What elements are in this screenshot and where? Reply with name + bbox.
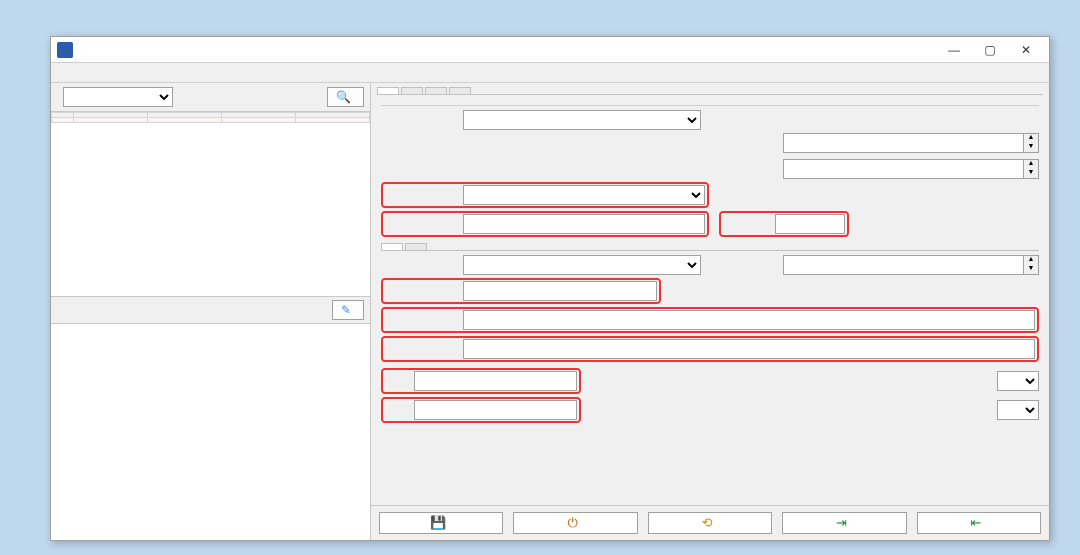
highlight-target-port	[719, 211, 849, 237]
form-area: ▲▼ ▲▼	[371, 95, 1049, 505]
refresh-icon: ⟲	[702, 515, 713, 531]
input-target-port[interactable]	[775, 214, 845, 234]
chevron-down-icon: ▼	[1024, 143, 1038, 152]
bottom-button-bar: 💾 ⏻ ⟲ ⇥ ⇤	[371, 505, 1049, 540]
export-icon: ⇥	[836, 515, 847, 531]
chevron-up-icon: ▲	[1024, 256, 1038, 265]
save-icon: 💾	[430, 515, 446, 531]
tab-modbus[interactable]	[449, 87, 471, 94]
search-icon: 🔍	[336, 90, 351, 104]
main-tabs	[371, 83, 1049, 94]
input-web-port[interactable]	[783, 133, 1023, 153]
spin-heartbeat[interactable]: ▲▼	[1023, 255, 1039, 275]
input-target-ip[interactable]	[463, 214, 705, 234]
network-select[interactable]	[63, 87, 173, 107]
input-client-id[interactable]	[463, 281, 657, 301]
import-icon: ⇤	[970, 515, 981, 531]
cell-version	[222, 118, 296, 123]
input-heartbeat[interactable]	[783, 255, 1023, 275]
log-header: ✎	[51, 297, 370, 324]
chevron-down-icon: ▼	[1024, 265, 1038, 274]
cell-index	[52, 118, 74, 123]
highlight-pub-topic	[381, 397, 581, 423]
export-button[interactable]: ⇥	[782, 512, 906, 534]
reset-button[interactable]: ⟲	[648, 512, 772, 534]
app-window: — ▢ ✕ 🔍	[50, 36, 1050, 541]
table-row[interactable]	[52, 118, 370, 123]
highlight-password	[381, 336, 1039, 362]
titlebar: — ▢ ✕	[51, 37, 1049, 63]
input-password[interactable]	[463, 339, 1035, 359]
right-pane: ▲▼ ▲▼	[371, 83, 1049, 540]
highlight-work-mode	[381, 182, 709, 208]
window-controls: — ▢ ✕	[937, 39, 1043, 61]
import-button[interactable]: ⇤	[917, 512, 1041, 534]
spin-web-port[interactable]: ▲▼	[1023, 133, 1039, 153]
power-icon: ⏻	[567, 515, 577, 531]
chevron-down-icon: ▼	[1024, 169, 1038, 178]
input-local-port[interactable]	[783, 159, 1023, 179]
left-pane: 🔍	[51, 83, 371, 540]
sub-tab-mqtt[interactable]	[381, 243, 403, 250]
minimize-button[interactable]: —	[937, 39, 971, 61]
select-qos-sub[interactable]	[997, 371, 1039, 391]
select-qos-pub[interactable]	[997, 400, 1039, 420]
search-devices-button[interactable]: 🔍	[327, 87, 364, 107]
device-table	[51, 112, 370, 297]
chevron-up-icon: ▲	[1024, 134, 1038, 143]
highlight-client-id	[381, 278, 661, 304]
spin-local-port[interactable]: ▲▼	[1023, 159, 1039, 179]
reboot-button[interactable]: ⏻	[513, 512, 637, 534]
sub-tabs	[381, 243, 1039, 250]
tab-network[interactable]	[377, 87, 399, 94]
highlight-username	[381, 307, 1039, 333]
select-ip-type[interactable]	[463, 110, 701, 130]
input-pub-topic[interactable]	[414, 400, 577, 420]
cell-mac	[296, 118, 370, 123]
pencil-icon: ✎	[341, 303, 351, 317]
content-area: 🔍	[51, 83, 1049, 540]
input-username[interactable]	[463, 310, 1035, 330]
menubar	[51, 63, 1049, 83]
cell-model	[74, 118, 148, 123]
chevron-up-icon: ▲	[1024, 160, 1038, 169]
sub-tab-http[interactable]	[405, 243, 427, 250]
log-body[interactable]	[51, 324, 370, 540]
app-icon	[57, 42, 73, 58]
clear-log-button[interactable]: ✎	[332, 300, 364, 320]
select-platform[interactable]	[463, 255, 701, 275]
select-work-mode[interactable]	[463, 185, 705, 205]
tab-serial[interactable]	[401, 87, 423, 94]
highlight-sub-topic	[381, 368, 581, 394]
save-config-button[interactable]: 💾	[379, 512, 503, 534]
net-search-row: 🔍	[51, 83, 370, 112]
cell-ip	[148, 118, 222, 123]
close-button[interactable]: ✕	[1009, 39, 1043, 61]
tab-advanced[interactable]	[425, 87, 447, 94]
maximize-button[interactable]: ▢	[973, 39, 1007, 61]
input-sub-topic[interactable]	[414, 371, 577, 391]
highlight-target-ip	[381, 211, 709, 237]
